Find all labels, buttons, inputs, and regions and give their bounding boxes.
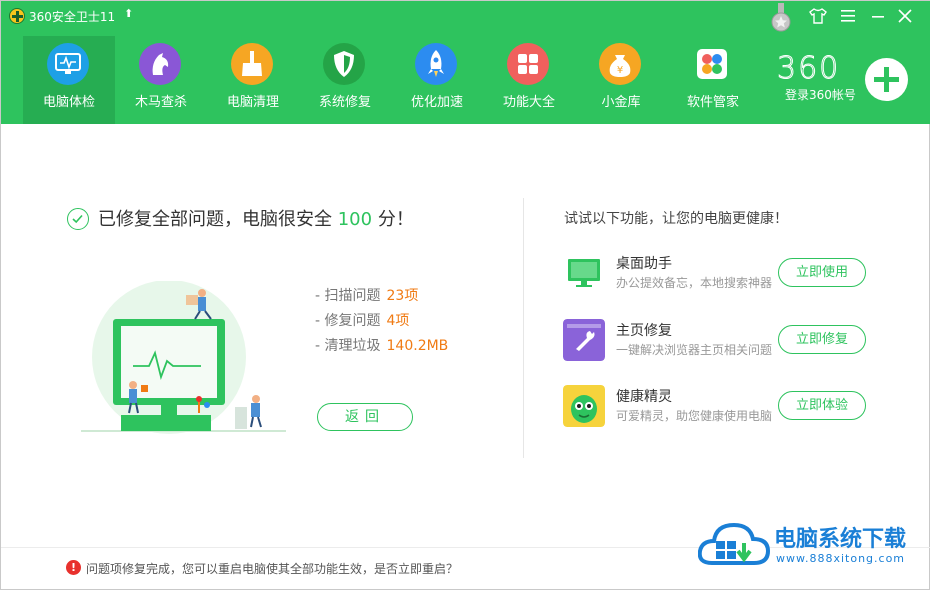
result-headline: 已修复全部问题，电脑很安全 100 分！ xyxy=(98,205,414,231)
nav-item-6[interactable]: ¥ 小金库 xyxy=(575,36,667,124)
stat-label: - 扫描问题 xyxy=(315,288,381,304)
nav-label: 电脑清理 xyxy=(226,95,279,110)
nav-item-5[interactable]: 功能大全 xyxy=(483,36,575,124)
coin-bag-icon: ¥ xyxy=(599,43,641,85)
app-title: 360安全卫士11 xyxy=(29,10,116,24)
feature-card: 主页修复一键解决浏览器主页相关问题 立即修复 xyxy=(563,319,883,369)
desktop-assistant-icon xyxy=(568,259,600,287)
monitor-check-icon xyxy=(47,43,89,85)
brand-360-logo: 360 xyxy=(776,51,841,87)
status-message[interactable]: 问题项修复完成，您可以重启电脑使其全部功能生效，是否立即重启？ xyxy=(86,560,458,577)
feature-action-button[interactable]: 立即使用 xyxy=(778,258,866,287)
nav-item-0[interactable]: 电脑体检 xyxy=(23,36,115,124)
stat-label: - 清理垃圾 xyxy=(315,338,381,354)
login-account-link[interactable]: 登录360帐号 xyxy=(785,86,856,103)
nav-label: 木马查杀 xyxy=(134,95,187,110)
stat-label: - 修复问题 xyxy=(315,313,381,329)
skin-shirt-icon[interactable] xyxy=(808,7,828,25)
feature-name: 主页修复 xyxy=(616,323,672,339)
stat-value: 23项 xyxy=(386,288,419,304)
result-prefix: 已修复全部问题，电脑很安全 xyxy=(98,209,332,230)
feature-action-button[interactable]: 立即修复 xyxy=(778,325,866,354)
rocket-icon xyxy=(415,43,457,85)
broom-icon xyxy=(231,43,273,85)
shield-icon xyxy=(323,43,365,85)
warning-icon: ! xyxy=(66,560,81,575)
nav-label: 功能大全 xyxy=(502,95,555,110)
header: 360安全卫士11 ⬆ 电脑体检 木马查杀 电脑清理 系统修复 优化加速 功能大… xyxy=(1,1,930,124)
nav-label: 优化加速 xyxy=(410,95,463,110)
nav-label: 软件管家 xyxy=(686,95,739,110)
nav-item-7[interactable]: 软件管家 xyxy=(667,36,759,124)
feature-desc: 可爱精灵，助您健康使用电脑 xyxy=(616,409,773,423)
feature-name: 桌面助手 xyxy=(616,256,672,272)
nav-label: 系统修复 xyxy=(318,95,371,110)
feature-desc: 一键解决浏览器主页相关问题 xyxy=(616,343,773,357)
nav-item-4[interactable]: 优化加速 xyxy=(391,36,483,124)
recommendations-title: 试试以下功能，让您的电脑更健康！ xyxy=(564,211,788,227)
add-plus-button[interactable] xyxy=(865,58,908,101)
site-watermark: 电脑系统下载 www.888xitong.com xyxy=(698,519,923,577)
feature-card: 桌面助手办公提效备忘，本地搜索神器 立即使用 xyxy=(563,252,883,302)
app-window: 360安全卫士11 ⬆ 电脑体检 木马查杀 电脑清理 系统修复 优化加速 功能大… xyxy=(0,0,930,590)
grid-icon xyxy=(507,43,549,85)
health-sprite-icon xyxy=(563,385,605,427)
feature-desc: 办公提效备忘，本地搜索神器 xyxy=(616,276,773,290)
vertical-divider xyxy=(523,198,524,458)
stat-value: 4项 xyxy=(386,313,410,329)
score-value: 100 xyxy=(337,209,373,230)
nav-item-2[interactable]: 电脑清理 xyxy=(207,36,299,124)
stat-value: 140.2MB xyxy=(386,338,449,354)
feature-name: 健康精灵 xyxy=(616,389,672,405)
result-suffix: 分！ xyxy=(377,209,414,230)
stat-row: - 扫描问题 23项 xyxy=(315,285,448,310)
menu-icon[interactable] xyxy=(838,7,858,25)
update-arrow-icon[interactable]: ⬆ xyxy=(124,7,133,20)
nav-label: 小金库 xyxy=(601,95,641,110)
back-button[interactable]: 返回 xyxy=(317,403,413,431)
watermark-title: 电脑系统下载 xyxy=(774,527,907,552)
nav-item-1[interactable]: 木马查杀 xyxy=(115,36,207,124)
check-circle-icon xyxy=(67,208,89,230)
medal-icon[interactable] xyxy=(771,3,791,33)
svg-text:¥: ¥ xyxy=(617,65,623,76)
stat-row: - 清理垃圾 140.2MB xyxy=(315,335,448,360)
feature-action-button[interactable]: 立即体验 xyxy=(778,391,866,420)
cloud-download-icon xyxy=(698,522,770,565)
feature-card: 健康精灵可爱精灵，助您健康使用电脑 立即体验 xyxy=(563,385,883,435)
nav-label: 电脑体检 xyxy=(42,95,95,110)
title-bar: 360安全卫士11 ⬆ xyxy=(1,1,930,32)
close-icon[interactable] xyxy=(895,7,915,25)
nav-item-3[interactable]: 系统修复 xyxy=(299,36,391,124)
scan-stats: - 扫描问题 23项 - 修复问题 4项 - 清理垃圾 140.2MB xyxy=(315,285,448,360)
minimize-icon[interactable] xyxy=(868,7,888,25)
wrench-icon xyxy=(563,319,605,361)
stat-row: - 修复问题 4项 xyxy=(315,310,448,335)
app-logo-icon xyxy=(9,8,25,24)
watermark-url: www.888xitong.com xyxy=(776,552,906,565)
computer-health-illustration xyxy=(81,281,286,434)
horse-icon xyxy=(139,43,181,85)
software-icon xyxy=(697,49,727,79)
